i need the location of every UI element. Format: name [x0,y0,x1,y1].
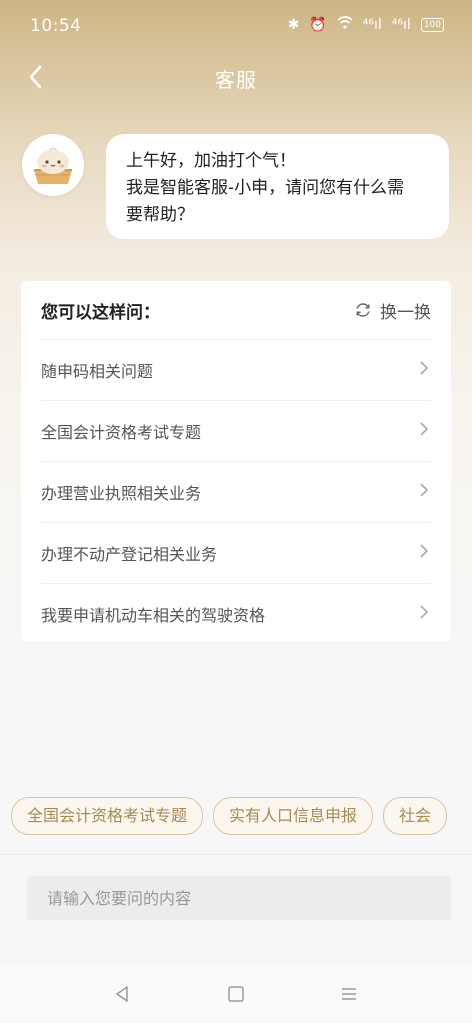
question-label: 全国会计资格考试专题 [41,423,202,442]
bot-mascot-icon [22,134,84,196]
vibrate-icon: ✱ [287,16,300,33]
system-back-button[interactable] [110,982,134,1006]
menu-lines-icon [342,988,356,1000]
greeting-line: 我是智能客服-小申，请问您有什么需 [126,178,405,198]
message-input[interactable] [27,876,451,920]
suggested-question-item[interactable]: 我要申请机动车相关的驾驶资格 [41,584,431,644]
chevron-right-icon [417,359,431,381]
alarm-icon: ⏰ [309,16,327,33]
card-title: 您可以这样问： [41,302,160,323]
quick-topic-chip[interactable]: 实有人口信息申报 [213,797,374,835]
suggested-question-item[interactable]: 办理不动产登记相关业务 [41,523,431,584]
chevron-right-icon [417,603,431,625]
system-home-button[interactable] [224,982,248,1006]
battery-icon: 100 [420,17,444,32]
refresh-label: 换一换 [380,302,431,323]
quick-topic-chips: 全国会计资格考试专题 实有人口信息申报 社会 [11,797,472,835]
suggested-question-item[interactable]: 办理营业执照相关业务 [41,462,431,523]
question-label: 办理不动产登记相关业务 [41,545,218,564]
wifi-icon [337,16,353,33]
chevron-right-icon [417,420,431,442]
suggested-question-item[interactable]: 全国会计资格考试专题 [41,401,431,462]
greeting-line: 要帮助？ [126,205,194,225]
question-label: 随申码相关问题 [41,362,154,381]
triangle-back-icon [116,986,128,1002]
card-header: 您可以这样问： 换一换 [41,281,431,340]
chevron-right-icon [417,542,431,564]
status-time: 10:54 [30,16,82,36]
divider [0,854,472,855]
question-label: 我要申请机动车相关的驾驶资格 [41,606,266,625]
bot-avatar [22,134,84,196]
system-nav-bar [0,966,472,1023]
page-title: 客服 [215,68,257,92]
question-label: 办理营业执照相关业务 [41,484,202,503]
refresh-button[interactable]: 换一换 [354,298,431,323]
suggested-question-item[interactable]: 随申码相关问题 [41,340,431,401]
greeting-line: 上午好，加油打个气！ [126,151,296,171]
square-home-icon [228,986,244,1002]
refresh-icon [356,303,370,317]
quick-topic-chip[interactable]: 社会 [383,797,448,835]
suggested-questions-card: 您可以这样问： 换一换 随申码相关问题 全国会计资格考试专题 办理营业执照相关业… [21,281,451,641]
quick-topic-chip[interactable]: 全国会计资格考试专题 [11,797,204,835]
greeting-message-bubble: 上午好，加油打个气！ 我是智能客服-小申，请问您有什么需 要帮助？ [106,134,449,239]
chevron-right-icon [417,481,431,503]
system-menu-button[interactable] [337,982,361,1006]
signal-icon-2: ⁴⁶ıl [391,16,411,33]
nav-bar: 客服 [0,56,472,100]
status-bar: 10:54 ✱ ⏰ ⁴⁶ıl ⁴⁶ıl 100 [0,0,472,56]
signal-icon-1: ⁴⁶ıl [362,16,382,33]
status-icons: ✱ ⏰ ⁴⁶ıl ⁴⁶ıl 100 [288,16,444,33]
